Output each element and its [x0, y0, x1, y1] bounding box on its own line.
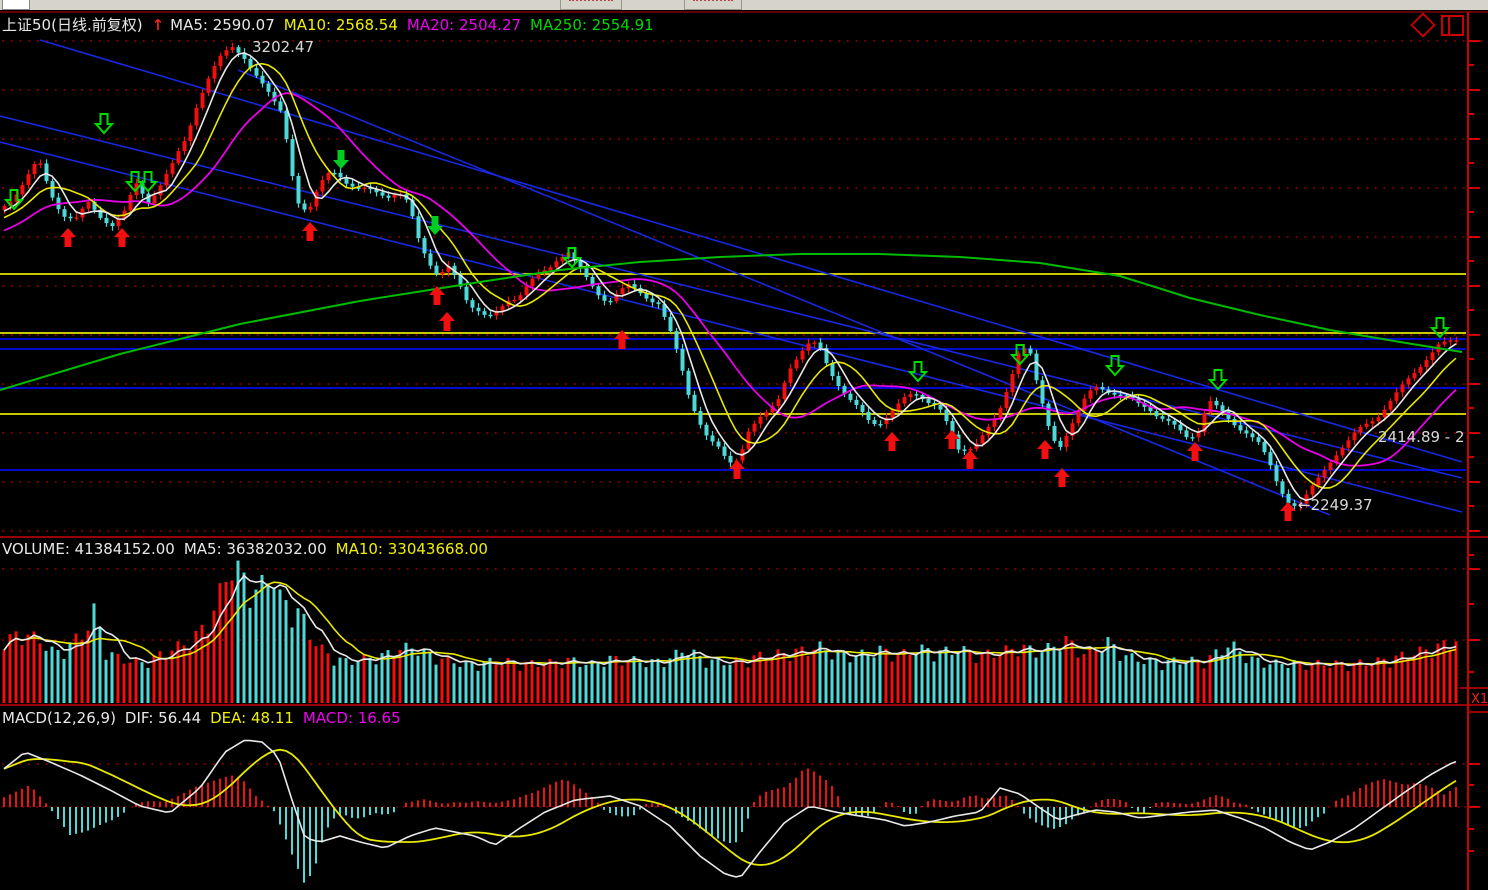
volume-ma5-value: MA5: 36382032.00	[184, 540, 327, 558]
volume-value: VOLUME: 41384152.00	[2, 540, 175, 558]
signal-arrows	[6, 114, 1448, 521]
ma5-value: MA5: 2590.07	[170, 16, 275, 34]
dea-value: DEA: 48.11	[210, 709, 294, 727]
pane-corner-icons[interactable]	[1412, 14, 1463, 37]
volume-ma10-value: MA10: 33043668.00	[336, 540, 488, 558]
macd-value: MACD: 16.65	[303, 709, 401, 727]
range-price-annotation: 2414.89 - 2	[1378, 428, 1465, 446]
trend-up-arrow-icon: ↑	[152, 16, 165, 34]
window-icon[interactable]	[1442, 16, 1463, 35]
peak-price-annotation: 3202.47	[252, 38, 314, 56]
macd-params-label: MACD(12,26,9)	[2, 709, 116, 727]
main-pane-header: 上证50(日线.前复权) ↑ MA5: 2590.07 MA10: 2568.54 MA…	[2, 14, 663, 35]
axis-scale-label: X1	[1471, 692, 1488, 707]
macd-pane-header: MACD(12,26,9) DIF: 56.44 DEA: 48.11 MACD: 1…	[2, 709, 410, 727]
ma250-value: MA250: 2554.91	[530, 16, 654, 34]
ma20-value: MA20: 2504.27	[407, 16, 521, 34]
price-pane[interactable]	[0, 40, 1466, 521]
trading-app-window: { "header": { "symbol": "上证50(日线.前复权)", …	[0, 0, 1488, 890]
dif-value: DIF: 56.44	[125, 709, 201, 727]
symbol-label: 上证50(日线.前复权)	[2, 16, 143, 34]
main-chart[interactable]	[0, 0, 1488, 890]
ma10-value: MA10: 2568.54	[284, 16, 398, 34]
volume-pane[interactable]	[3, 561, 1458, 703]
low-price-annotation: ←2249.37	[1298, 496, 1373, 514]
macd-pane[interactable]	[3, 741, 1457, 883]
volume-pane-header: VOLUME: 41384152.00 MA5: 36382032.00 MA10:…	[2, 540, 497, 558]
diamond-icon[interactable]	[1412, 14, 1435, 37]
